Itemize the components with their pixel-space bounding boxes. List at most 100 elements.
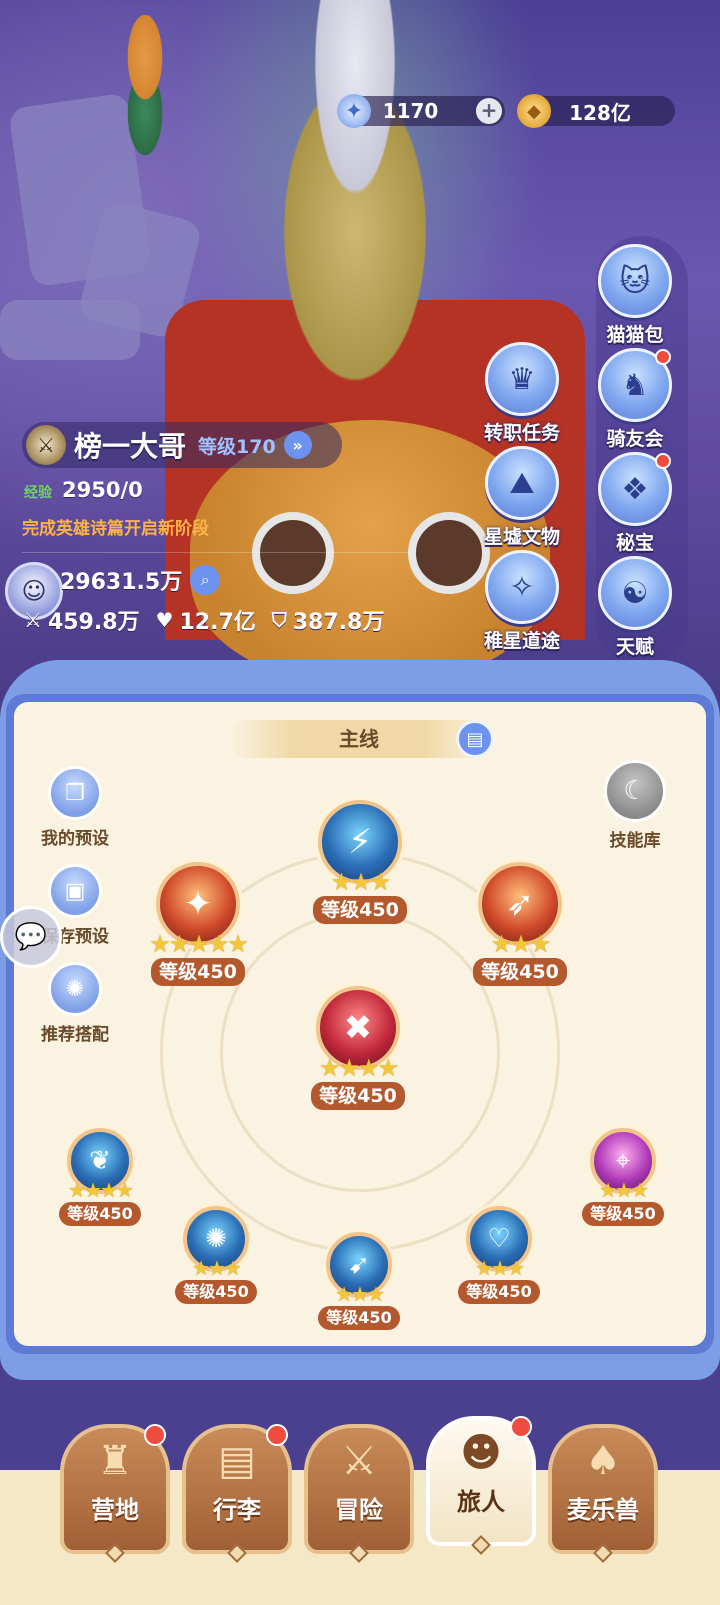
tab-main-line[interactable]: 主线: [228, 720, 490, 758]
player-name: 榜一大哥: [74, 430, 187, 463]
book-icon[interactable]: ▤: [456, 720, 494, 758]
notification-badge: [266, 1424, 288, 1446]
add-stars-button[interactable]: +: [476, 98, 502, 124]
skill-slot-row2-4[interactable]: ♡ ★★★ 等级450: [449, 1206, 549, 1304]
talent-label: 天赋: [615, 636, 654, 658]
talent-icon: ☯: [598, 556, 672, 630]
skill-slot-right[interactable]: ➶ ★★★ 等级450: [460, 862, 580, 986]
crossed-swords-icon: ⚔: [341, 1438, 377, 1484]
power-search-icon[interactable]: ⌕: [190, 565, 221, 595]
fox-npc-character[interactable]: [105, 15, 185, 155]
skill-slot-top[interactable]: ⚡ ★★★ 等级450: [300, 800, 420, 924]
recommend-build-label: 推荐搭配: [41, 1025, 109, 1045]
talent-button[interactable]: ☯ 天赋: [592, 556, 678, 659]
treasure-button[interactable]: ❖ 秘宝: [592, 452, 678, 555]
skill-level: 等级450: [311, 1082, 405, 1110]
star-gem-icon: ✦: [337, 94, 371, 128]
skill-level: 等级450: [313, 896, 407, 924]
star-currency: ✦ 1170 +: [337, 94, 505, 128]
skill-level: 等级450: [473, 958, 567, 986]
nav-camp-label: 营地: [91, 1496, 139, 1524]
notification-badge: [510, 1416, 532, 1438]
my-preset-label: 我的预设: [41, 829, 109, 849]
combat-power-row: 29631.5万 ⌕: [60, 564, 221, 596]
rider-club-label: 骑友会: [606, 428, 664, 450]
chat-bubble-icon[interactable]: 💬: [0, 906, 62, 968]
cat-face-icon: ♠: [585, 1438, 621, 1484]
skill-stars: ★★★★: [318, 1054, 399, 1082]
cat-bag-icon: 🐱: [598, 244, 672, 318]
exp-row: 经验 2950/0: [24, 478, 143, 502]
shield-icon: ⛉: [271, 608, 287, 632]
save-disk-icon: ▣: [48, 864, 102, 918]
nav-pets[interactable]: ♠ 麦乐兽: [548, 1424, 658, 1563]
skill-library-button[interactable]: ☾ 技能库: [590, 760, 680, 851]
skill-slot-center[interactable]: ✖ ★★★★ 等级450: [298, 986, 418, 1110]
quest-hint[interactable]: 完成英雄诗篇开启新阶段: [22, 514, 209, 539]
nav-traveler[interactable]: ☻ 旅人: [426, 1416, 536, 1555]
player-name-row[interactable]: ⚔ 榜一大哥 等级170 »: [22, 422, 342, 468]
skill-level: 等级450: [151, 958, 245, 986]
skill-slot-left[interactable]: ✦ ★★★★★ 等级450: [138, 862, 258, 986]
divider: [22, 552, 412, 553]
star-path-icon: ✧: [485, 550, 559, 624]
notification-badge: [655, 453, 671, 469]
cat-bag-button[interactable]: 🐱 猫猫包: [592, 244, 678, 347]
skill-stars: ★★★: [490, 930, 552, 958]
skill-stars: ★★★: [192, 1256, 242, 1280]
notification-badge: [144, 1424, 166, 1446]
defense-value: 387.8万: [292, 610, 385, 635]
skill-stars: ★★★: [599, 1178, 649, 1202]
player-character[interactable]: [245, 0, 465, 420]
level-detail-button[interactable]: »: [283, 431, 312, 459]
treasure-label: 秘宝: [615, 532, 654, 554]
crown-icon: ♛: [485, 342, 559, 416]
star-path-button[interactable]: ✧ 稚星道途: [479, 550, 565, 653]
exp-label: 经验: [24, 485, 52, 501]
skill-level: 等级450: [175, 1280, 257, 1304]
skill-stars: ★★★: [335, 1282, 385, 1306]
skill-stars: ★★★: [475, 1256, 525, 1280]
notification-badge: [655, 349, 671, 365]
moon-star-icon: ☾: [604, 760, 666, 822]
nav-luggage[interactable]: ▤ 行李: [182, 1424, 292, 1563]
recommend-icon: ✺: [48, 962, 102, 1016]
skill-level: 等级450: [318, 1306, 400, 1330]
skill-stars: ★★★★★: [149, 930, 249, 958]
stats-row: ⚔ 459.8万 ♥ 12.7亿 ⛉ 387.8万: [24, 604, 400, 636]
cat-bag-label: 猫猫包: [606, 324, 664, 346]
skill-slot-row2-3[interactable]: ➹ ★★★ 等级450: [309, 1232, 409, 1330]
nav-camp[interactable]: ♜ 营地: [60, 1424, 170, 1563]
skill-level: 等级450: [458, 1280, 540, 1304]
skill-level: 等级450: [59, 1202, 141, 1226]
skill-slot-row2-5[interactable]: ⌖ ★★★ 等级450: [573, 1128, 673, 1226]
job-change-quest-button[interactable]: ♛ 转职任务: [479, 342, 565, 445]
player-level: 等级170: [198, 435, 276, 458]
skill-stars: ★★★★: [68, 1178, 134, 1202]
exp-value: 2950/0: [62, 478, 143, 502]
job-change-quest-label: 转职任务: [483, 422, 560, 444]
hp-value: 12.7亿: [179, 610, 256, 635]
my-preset-button[interactable]: ❐ 我的预设: [30, 766, 120, 849]
horse-icon: ♞: [598, 348, 672, 422]
skill-library-label: 技能库: [609, 831, 661, 851]
skill-level: 等级450: [582, 1202, 664, 1226]
nav-adventure[interactable]: ⚔ 冒险: [304, 1424, 414, 1563]
attack-value: 459.8万: [47, 610, 140, 635]
rider-club-button[interactable]: ♞ 骑友会: [592, 348, 678, 451]
sword-icon: ⚔: [24, 608, 42, 632]
star-ruin-relics-button[interactable]: ⛰ 星墟文物: [479, 446, 565, 549]
gold-coin-icon: ◆: [517, 94, 551, 128]
nav-adventure-label: 冒险: [335, 1496, 383, 1524]
class-emblem-icon: ⚔: [26, 425, 66, 465]
preset-cards-icon: ❐: [48, 766, 102, 820]
hp-stat: ♥ 12.7亿: [156, 604, 256, 636]
gold-currency: ◆ 128亿: [517, 94, 675, 128]
skill-slot-row2-2[interactable]: ✺ ★★★ 等级450: [166, 1206, 266, 1304]
skill-stars: ★★★: [330, 868, 392, 896]
skill-slot-row2-1[interactable]: ❦ ★★★★ 等级450: [50, 1128, 150, 1226]
recommend-build-button[interactable]: ✺ 推荐搭配: [30, 962, 120, 1045]
nav-luggage-label: 行李: [213, 1496, 261, 1524]
heart-icon: ♥: [155, 608, 174, 632]
defense-stat: ⛉ 387.8万: [272, 604, 385, 636]
